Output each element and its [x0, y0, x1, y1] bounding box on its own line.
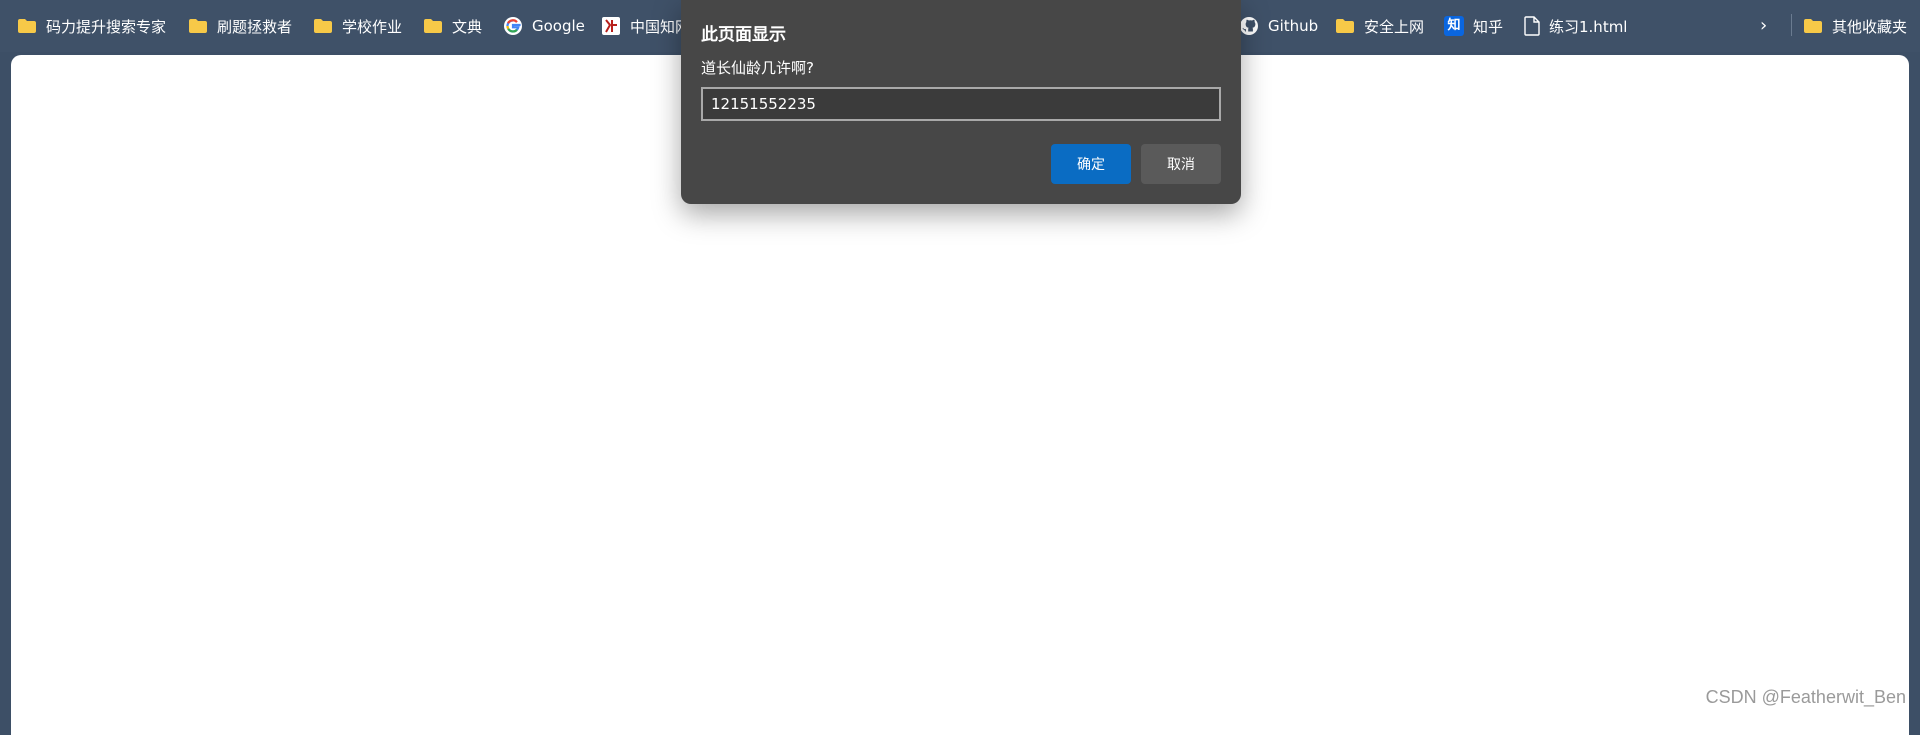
cancel-button[interactable]: 取消: [1141, 144, 1221, 184]
prompt-input[interactable]: [701, 87, 1221, 121]
bookmark-label: 其他收藏夹: [1832, 17, 1908, 36]
bookmark-zhihu[interactable]: 知 知乎: [1444, 13, 1503, 39]
folder-icon: [1804, 19, 1822, 33]
ok-button[interactable]: 确定: [1051, 144, 1131, 184]
bookmark-label: 练习1.html: [1549, 17, 1628, 36]
bookmark-label: 文典: [452, 17, 483, 36]
folder-icon: [424, 19, 442, 33]
google-icon: [504, 17, 522, 35]
chevron-right-icon[interactable]: ›: [1760, 15, 1780, 37]
bookmark-folder-coding[interactable]: 码力提升搜索专家: [17, 13, 166, 39]
zhihu-icon: 知: [1444, 16, 1464, 36]
file-icon: [1524, 16, 1540, 36]
folder-icon: [189, 19, 207, 33]
watermark: CSDN @Featherwit_Ben: [1705, 687, 1906, 707]
github-icon: [1240, 17, 1258, 35]
bookmark-google[interactable]: Google: [503, 13, 585, 39]
bookmark-folder-practice[interactable]: 刷题拯救者: [188, 13, 292, 39]
bookmark-folder-safe[interactable]: 安全上网: [1335, 13, 1424, 39]
bookmark-label: 安全上网: [1364, 17, 1425, 36]
folder-icon: [1336, 19, 1354, 33]
bookmark-github[interactable]: Github: [1239, 13, 1318, 39]
folder-icon: [18, 19, 36, 33]
cnki-icon: [602, 17, 620, 35]
prompt-dialog: 此页面显示 道长仙龄几许啊? 确定 取消: [681, 0, 1241, 204]
bookmark-label: Github: [1268, 17, 1319, 35]
bookmark-label: 刷题拯救者: [217, 17, 293, 36]
bookmarks-separator: [1791, 14, 1792, 36]
bookmark-folder-wendian[interactable]: 文典: [423, 13, 482, 39]
folder-icon: [314, 19, 332, 33]
bookmark-label: 知乎: [1473, 17, 1504, 36]
bookmark-practice-html[interactable]: 练习1.html: [1524, 13, 1627, 39]
bookmark-label: 学校作业: [342, 17, 403, 36]
bookmark-label: Google: [532, 17, 585, 35]
bookmark-other-folder[interactable]: 其他收藏夹: [1803, 13, 1907, 39]
dialog-title: 此页面显示: [701, 25, 786, 45]
bookmark-cnki[interactable]: 中国知网: [601, 13, 690, 39]
bookmark-label: 码力提升搜索专家: [46, 17, 167, 36]
bookmark-folder-homework[interactable]: 学校作业: [313, 13, 402, 39]
dialog-message: 道长仙龄几许啊?: [701, 59, 814, 77]
